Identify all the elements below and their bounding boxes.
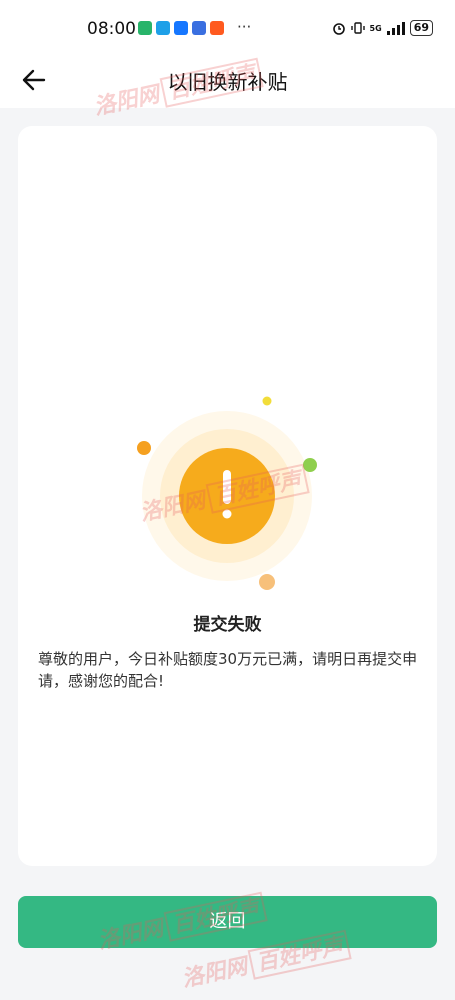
alipay-icon [174, 21, 188, 35]
decor-dot [262, 396, 272, 406]
more-notifications-icon: ··· [237, 18, 252, 36]
battery-indicator: 69 [409, 20, 433, 36]
status-time: 08:00 [87, 19, 136, 39]
result-card: 提交失败 尊敬的用户，今日补贴额度30万元已满，请明日再提交申请，感谢您的配合! [18, 126, 437, 866]
exclamation-icon [223, 470, 231, 504]
decor-dot [259, 574, 275, 590]
app-notification-icon [156, 21, 170, 35]
page-title: 以旧换新补贴 [167, 70, 288, 94]
notification-icons [138, 21, 224, 35]
app-notification-icon [138, 21, 152, 35]
vibrate-icon [350, 22, 365, 34]
app-notification-icon [192, 21, 206, 35]
decor-dot [303, 458, 317, 472]
result-message: 尊敬的用户，今日补贴额度30万元已满，请明日再提交申请，感谢您的配合! [38, 650, 418, 690]
app-notification-icon [210, 21, 224, 35]
signal-icon [386, 21, 405, 35]
status-bar: 08:00 ··· 5G 69 [0, 0, 455, 60]
network-type: 5G [369, 23, 382, 33]
alarm-icon [332, 23, 345, 35]
decor-dot [137, 441, 151, 455]
system-icons: 5G 69 [332, 20, 433, 36]
return-button[interactable]: 返回 [18, 896, 437, 948]
page-header: 以旧换新补贴 [0, 52, 455, 108]
warning-illustration [137, 396, 317, 590]
result-title: 提交失败 [193, 615, 262, 635]
